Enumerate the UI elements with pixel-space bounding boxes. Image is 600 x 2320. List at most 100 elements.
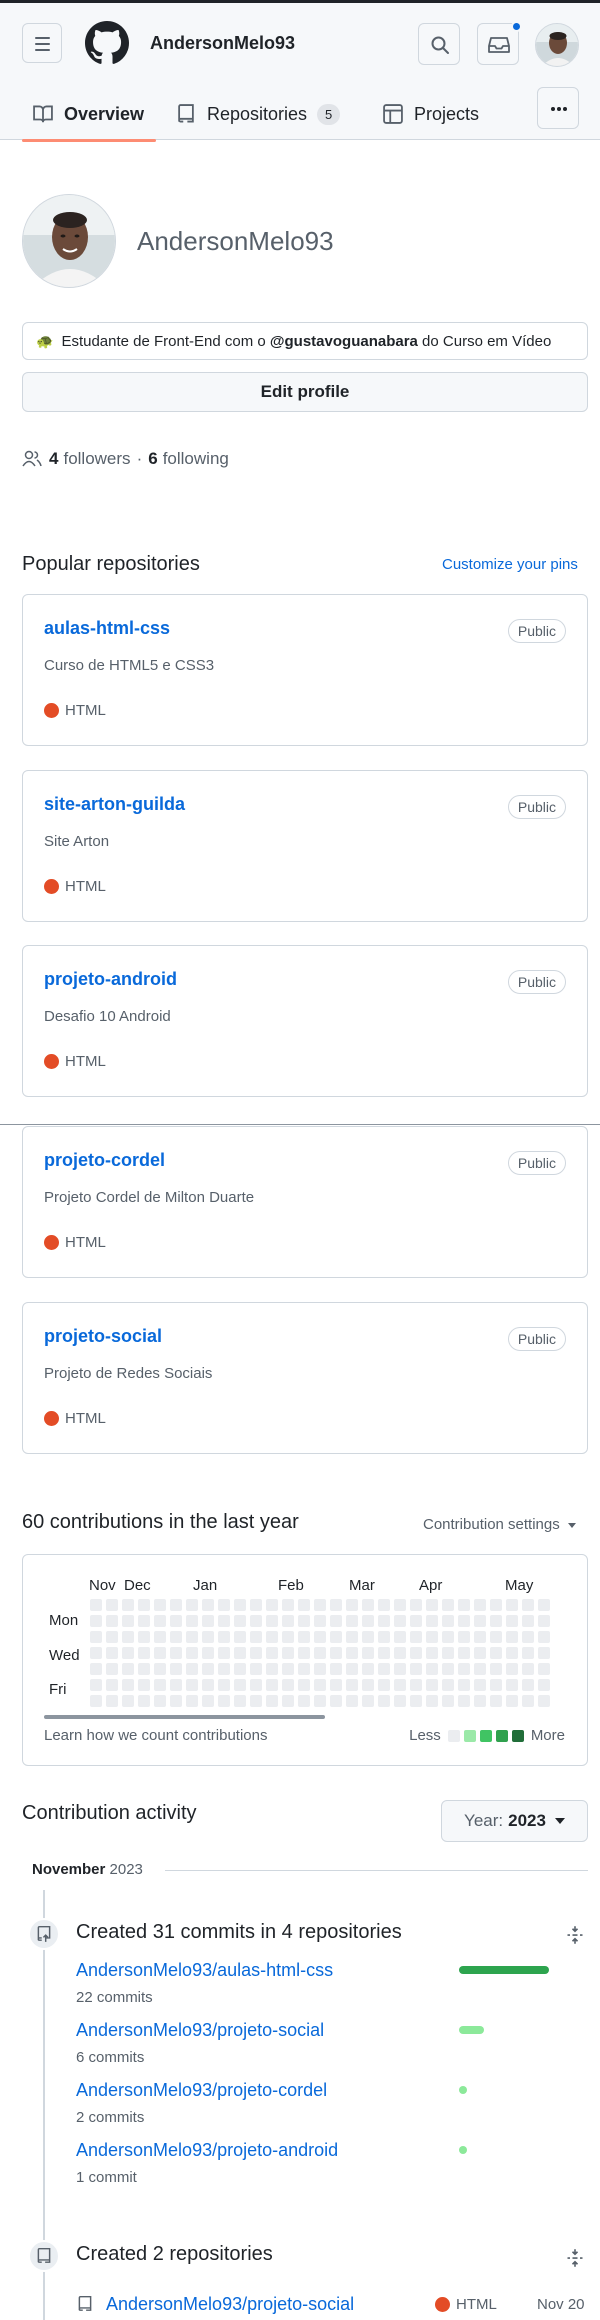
contribution-day-cell[interactable] bbox=[202, 1599, 214, 1611]
contribution-day-cell[interactable] bbox=[282, 1647, 294, 1659]
contribution-day-cell[interactable] bbox=[186, 1631, 198, 1643]
contribution-day-cell[interactable] bbox=[170, 1615, 182, 1627]
contribution-day-cell[interactable] bbox=[490, 1695, 502, 1707]
hamburger-menu-button[interactable] bbox=[22, 23, 62, 63]
contribution-day-cell[interactable] bbox=[106, 1631, 118, 1643]
contribution-day-cell[interactable] bbox=[362, 1663, 374, 1675]
contribution-day-cell[interactable] bbox=[506, 1599, 518, 1611]
contribution-day-cell[interactable] bbox=[186, 1599, 198, 1611]
contribution-day-cell[interactable] bbox=[522, 1663, 534, 1675]
contribution-day-cell[interactable] bbox=[154, 1679, 166, 1691]
contribution-day-cell[interactable] bbox=[106, 1663, 118, 1675]
contribution-day-cell[interactable] bbox=[442, 1647, 454, 1659]
contribution-day-cell[interactable] bbox=[202, 1631, 214, 1643]
contribution-day-cell[interactable] bbox=[266, 1647, 278, 1659]
contribution-day-cell[interactable] bbox=[346, 1647, 358, 1659]
contribution-day-cell[interactable] bbox=[298, 1663, 310, 1675]
contribution-day-cell[interactable] bbox=[346, 1631, 358, 1643]
header-username[interactable]: AndersonMelo93 bbox=[150, 33, 295, 54]
commit-count-link[interactable]: 6 commits bbox=[76, 2049, 144, 2066]
tab-projects[interactable]: Projects bbox=[382, 87, 479, 141]
commit-repo-link[interactable]: AndersonMelo93/projeto-social bbox=[76, 2020, 324, 2041]
contribution-day-cell[interactable] bbox=[186, 1647, 198, 1659]
contribution-day-cell[interactable] bbox=[394, 1599, 406, 1611]
contribution-day-cell[interactable] bbox=[410, 1647, 422, 1659]
contribution-day-cell[interactable] bbox=[202, 1695, 214, 1707]
user-avatar-menu[interactable] bbox=[535, 23, 579, 67]
contribution-day-cell[interactable] bbox=[330, 1599, 342, 1611]
commit-count-link[interactable]: 22 commits bbox=[76, 1989, 153, 2006]
contribution-day-cell[interactable] bbox=[490, 1663, 502, 1675]
contribution-day-cell[interactable] bbox=[250, 1599, 262, 1611]
contribution-day-cell[interactable] bbox=[474, 1631, 486, 1643]
contribution-day-cell[interactable] bbox=[362, 1695, 374, 1707]
contribution-day-cell[interactable] bbox=[330, 1663, 342, 1675]
contribution-day-cell[interactable] bbox=[538, 1599, 550, 1611]
contribution-day-cell[interactable] bbox=[266, 1631, 278, 1643]
contribution-day-cell[interactable] bbox=[506, 1695, 518, 1707]
contribution-day-cell[interactable] bbox=[474, 1647, 486, 1659]
customize-pins-link[interactable]: Customize your pins bbox=[442, 556, 578, 573]
contribution-day-cell[interactable] bbox=[266, 1663, 278, 1675]
contribution-day-cell[interactable] bbox=[282, 1631, 294, 1643]
contribution-day-cell[interactable] bbox=[506, 1663, 518, 1675]
contribution-day-cell[interactable] bbox=[90, 1679, 102, 1691]
contribution-day-cell[interactable] bbox=[410, 1695, 422, 1707]
calendar-scrollbar[interactable] bbox=[44, 1715, 325, 1719]
contribution-day-cell[interactable] bbox=[90, 1647, 102, 1659]
contribution-day-cell[interactable] bbox=[90, 1615, 102, 1627]
contribution-day-cell[interactable] bbox=[458, 1615, 470, 1627]
contribution-day-cell[interactable] bbox=[218, 1615, 230, 1627]
contribution-day-cell[interactable] bbox=[138, 1631, 150, 1643]
contribution-day-cell[interactable] bbox=[218, 1631, 230, 1643]
contribution-day-cell[interactable] bbox=[458, 1663, 470, 1675]
contribution-day-cell[interactable] bbox=[458, 1695, 470, 1707]
contribution-day-cell[interactable] bbox=[330, 1647, 342, 1659]
contribution-day-cell[interactable] bbox=[426, 1695, 438, 1707]
contribution-day-cell[interactable] bbox=[314, 1695, 326, 1707]
contribution-day-cell[interactable] bbox=[458, 1599, 470, 1611]
contribution-day-cell[interactable] bbox=[250, 1695, 262, 1707]
contribution-day-cell[interactable] bbox=[538, 1695, 550, 1707]
contribution-day-cell[interactable] bbox=[474, 1615, 486, 1627]
contribution-day-cell[interactable] bbox=[538, 1647, 550, 1659]
contribution-day-cell[interactable] bbox=[426, 1599, 438, 1611]
contribution-day-cell[interactable] bbox=[170, 1663, 182, 1675]
contribution-day-cell[interactable] bbox=[138, 1647, 150, 1659]
contribution-day-cell[interactable] bbox=[234, 1615, 246, 1627]
contribution-day-cell[interactable] bbox=[154, 1647, 166, 1659]
contribution-day-cell[interactable] bbox=[394, 1647, 406, 1659]
contribution-day-cell[interactable] bbox=[186, 1679, 198, 1691]
contribution-day-cell[interactable] bbox=[266, 1615, 278, 1627]
learn-contributions-link[interactable]: Learn how we count contributions bbox=[44, 1727, 267, 1744]
contribution-day-cell[interactable] bbox=[490, 1599, 502, 1611]
contribution-day-cell[interactable] bbox=[202, 1615, 214, 1627]
contribution-day-cell[interactable] bbox=[106, 1695, 118, 1707]
contribution-day-cell[interactable] bbox=[522, 1679, 534, 1691]
contribution-day-cell[interactable] bbox=[458, 1631, 470, 1643]
contribution-day-cell[interactable] bbox=[250, 1663, 262, 1675]
contribution-day-cell[interactable] bbox=[170, 1695, 182, 1707]
contribution-day-cell[interactable] bbox=[90, 1599, 102, 1611]
contribution-day-cell[interactable] bbox=[394, 1695, 406, 1707]
contribution-day-cell[interactable] bbox=[282, 1679, 294, 1691]
contribution-day-cell[interactable] bbox=[490, 1615, 502, 1627]
contribution-day-cell[interactable] bbox=[314, 1663, 326, 1675]
contribution-day-cell[interactable] bbox=[218, 1679, 230, 1691]
contribution-day-cell[interactable] bbox=[346, 1663, 358, 1675]
contribution-day-cell[interactable] bbox=[154, 1695, 166, 1707]
contribution-day-cell[interactable] bbox=[202, 1647, 214, 1659]
contribution-day-cell[interactable] bbox=[170, 1631, 182, 1643]
contribution-day-cell[interactable] bbox=[154, 1615, 166, 1627]
contribution-day-cell[interactable] bbox=[506, 1615, 518, 1627]
contribution-day-cell[interactable] bbox=[394, 1631, 406, 1643]
contribution-day-cell[interactable] bbox=[330, 1695, 342, 1707]
contribution-day-cell[interactable] bbox=[378, 1631, 390, 1643]
contribution-day-cell[interactable] bbox=[314, 1679, 326, 1691]
contribution-day-cell[interactable] bbox=[138, 1615, 150, 1627]
contribution-day-cell[interactable] bbox=[346, 1679, 358, 1691]
contribution-day-cell[interactable] bbox=[282, 1663, 294, 1675]
contribution-day-cell[interactable] bbox=[378, 1615, 390, 1627]
contribution-day-cell[interactable] bbox=[426, 1663, 438, 1675]
contribution-day-cell[interactable] bbox=[362, 1615, 374, 1627]
